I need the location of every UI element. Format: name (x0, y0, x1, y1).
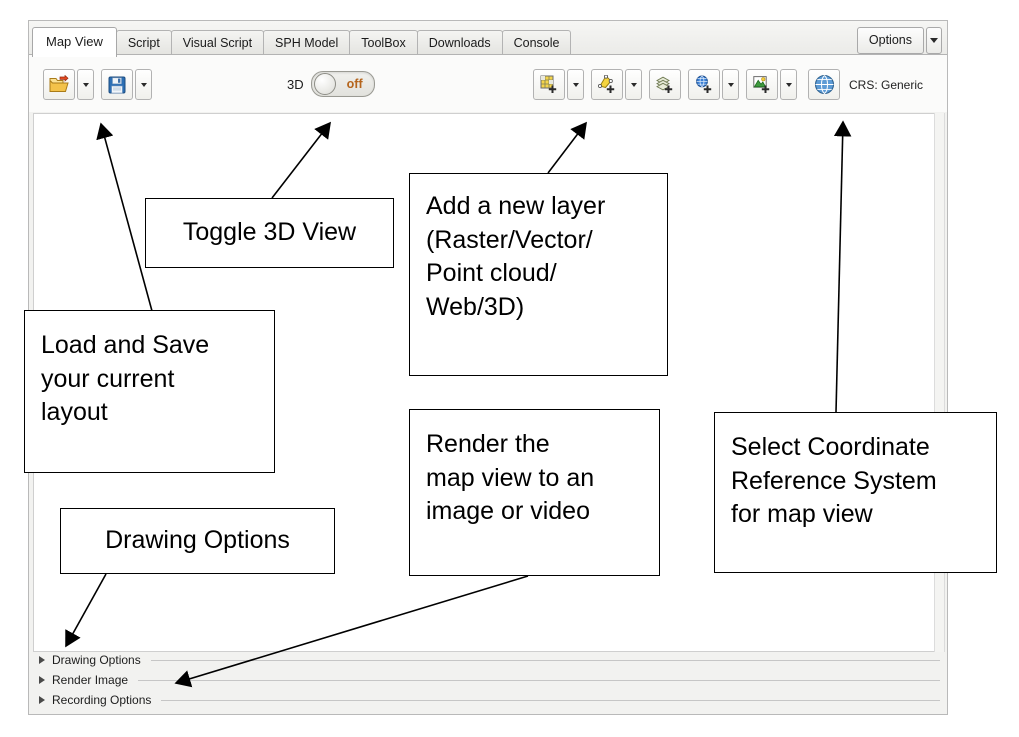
chevron-down-icon (785, 82, 792, 87)
toggle-knob (313, 73, 336, 95)
tab-toolbox[interactable]: ToolBox (349, 30, 418, 57)
callout-crs: Select Coordinate Reference System for m… (714, 412, 997, 573)
tab-label: SPH Model (275, 36, 339, 50)
open-folder-icon (49, 75, 69, 92)
chevron-down-icon (630, 82, 637, 87)
callout-text: Select Coordinate Reference System for m… (731, 431, 937, 532)
globe-icon (814, 74, 834, 95)
section-divider (138, 679, 940, 681)
add-vector-star-icon (597, 75, 614, 93)
tab-console[interactable]: Console (501, 30, 572, 57)
toggle-state-label: off (346, 77, 363, 91)
tab-label: Map View (46, 34, 103, 49)
section-drawing-options[interactable]: Drawing Options (32, 650, 944, 670)
chevron-down-icon (82, 82, 89, 87)
toolbar: 3D off CRS: Generic (29, 55, 947, 112)
add-web-layer-button[interactable] (688, 69, 720, 100)
options-group: Options (856, 27, 942, 54)
add-terrain-mountain-icon (752, 76, 769, 93)
triangle-right-icon (39, 656, 45, 664)
callout-text: Toggle 3D View (182, 218, 357, 247)
view-3d-toggle[interactable]: off (310, 71, 375, 97)
callout-line: (Raster/Vector/ (426, 225, 593, 254)
add-3d-layer-button[interactable] (746, 69, 778, 100)
layout-toolbar-group (43, 69, 159, 100)
add-3d-layer-dropdown-button[interactable] (780, 69, 797, 100)
view-3d-label: 3D (287, 76, 304, 92)
tab-label: Downloads (428, 36, 491, 50)
callout-line: Load and Save (41, 331, 210, 359)
section-divider (161, 699, 940, 701)
tab-label: Script (127, 36, 160, 50)
add-vector-layer-dropdown-button[interactable] (625, 69, 642, 100)
callout-line: Reference System (731, 466, 937, 495)
callout-line: Select Coordinate (731, 433, 930, 461)
callout-add-layer: Add a new layer (Raster/Vector/ Point cl… (409, 173, 668, 376)
tab-sph-model[interactable]: SPH Model (263, 30, 351, 57)
section-divider (150, 659, 940, 661)
chevron-down-icon (727, 82, 734, 87)
tab-visual-script[interactable]: Visual Script (170, 30, 265, 57)
crs-status-label: CRS: Generic (849, 77, 924, 92)
callout-line: your current (41, 364, 175, 393)
callout-line: Add a new layer (426, 192, 606, 220)
tab-downloads[interactable]: Downloads (416, 30, 503, 57)
callout-text: Drawing Options (105, 526, 290, 555)
callout-text: Render the map view to an image or video (426, 428, 594, 529)
callout-drawing-options: Drawing Options (60, 508, 335, 574)
callout-line: layout (41, 398, 108, 426)
crs-select-button[interactable] (808, 69, 840, 100)
callout-toggle-3d: Toggle 3D View (145, 198, 394, 268)
chevron-down-icon (140, 82, 147, 87)
save-layout-dropdown-button[interactable] (135, 69, 152, 100)
load-layout-button[interactable] (43, 69, 75, 100)
callout-line: for map view (731, 500, 873, 528)
options-dropdown-button[interactable] (926, 27, 942, 54)
floppy-disk-save-icon (108, 76, 126, 93)
callout-render-image: Render the map view to an image or video (409, 409, 660, 576)
tab-bar: Map View Script Visual Script SPH Model … (29, 21, 947, 57)
tab-script[interactable]: Script (115, 30, 172, 57)
add-point-cloud-icon (655, 76, 672, 93)
section-recording-options[interactable]: Recording Options (32, 690, 944, 710)
view-3d-toggle-group: 3D off (287, 71, 375, 97)
options-button[interactable]: Options (856, 27, 924, 54)
tab-strip: Map View Script Visual Script SPH Model … (32, 27, 572, 57)
section-label: Drawing Options (52, 653, 141, 667)
chevron-down-icon (930, 38, 938, 43)
triangle-right-icon (39, 696, 45, 704)
save-layout-button[interactable] (101, 69, 133, 100)
callout-line: image or video (426, 497, 590, 525)
callout-line: map view to an (426, 463, 595, 492)
add-point-cloud-layer-button[interactable] (649, 69, 681, 100)
layers-toolbar-group: CRS: Generic (533, 69, 923, 100)
add-vector-layer-button[interactable] (591, 69, 623, 100)
chevron-down-icon (572, 82, 579, 87)
tab-label: Visual Script (182, 36, 253, 50)
callout-line: Point cloud/ (426, 259, 557, 287)
section-label: Render Image (52, 673, 129, 687)
triangle-right-icon (39, 676, 45, 684)
add-raster-layer-button[interactable] (533, 69, 565, 100)
tab-map-view[interactable]: Map View (32, 27, 117, 57)
add-raster-layer-dropdown-button[interactable] (567, 69, 584, 100)
section-render-image[interactable]: Render Image (32, 670, 944, 690)
load-layout-dropdown-button[interactable] (77, 69, 94, 100)
add-web-globe-icon (695, 75, 711, 93)
section-label: Recording Options (52, 693, 152, 707)
add-raster-grid-icon (540, 75, 556, 93)
callout-line: Render the (426, 430, 550, 458)
callout-text: Load and Save your current layout (41, 329, 209, 430)
tab-label: Console (513, 36, 560, 50)
add-web-layer-dropdown-button[interactable] (722, 69, 739, 100)
callout-text: Add a new layer (Raster/Vector/ Point cl… (426, 190, 605, 324)
callout-load-save: Load and Save your current layout (24, 310, 275, 473)
callout-line: Web/3D) (426, 292, 525, 321)
tab-label: ToolBox (361, 36, 406, 50)
bottom-sections-panel: Drawing Options Render Image Recording O… (32, 650, 944, 710)
